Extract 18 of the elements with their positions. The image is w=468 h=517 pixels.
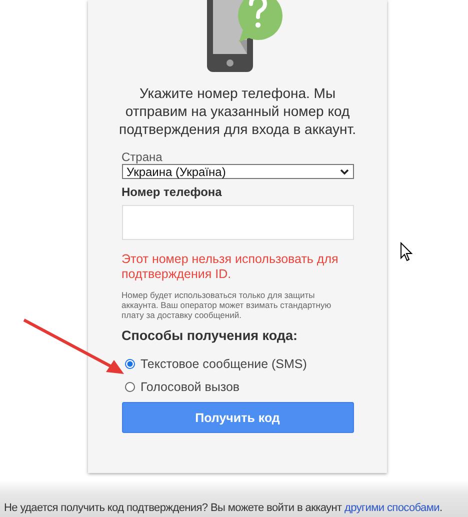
field-label: Номер телефона [122,185,223,199]
option-label: Голосовой вызов [140,380,240,394]
instruction-text: Укажите номер телефона. Мы отправим на указанный номер код подтверждения для входа в аккаунт. [118,84,358,138]
country-select[interactable]: Украина (Україна) [122,164,354,179]
note-text: Номер будет использоваться только для защиты аккаунта. Ваш оператор может взимать стандартную плату за доставку сообщений. [122,290,332,320]
error-message: Этот номер нельзя использовать для подтверждения ID. [122,252,340,282]
chevron-icon [340,168,348,174]
radio-button[interactable] [124,359,134,369]
radio-option[interactable]: Текстовое сообщение (SMS) [122,357,354,371]
field-label: Страна [122,150,164,164]
mouse-pointer-icon [400,242,413,262]
radio-option[interactable]: Голосовой вызов [122,380,354,394]
other-methods-link[interactable]: другими способами [344,502,440,514]
section-heading: Способы получения кода: [122,328,298,343]
footer-text: Не удается получить код подтверждения? Вы можете войти в аккаунт другими способами. [4,502,442,514]
phone-input[interactable] [122,205,354,240]
option-label: Текстовое сообщение (SMS) [140,357,307,371]
radio-button[interactable] [124,382,134,392]
